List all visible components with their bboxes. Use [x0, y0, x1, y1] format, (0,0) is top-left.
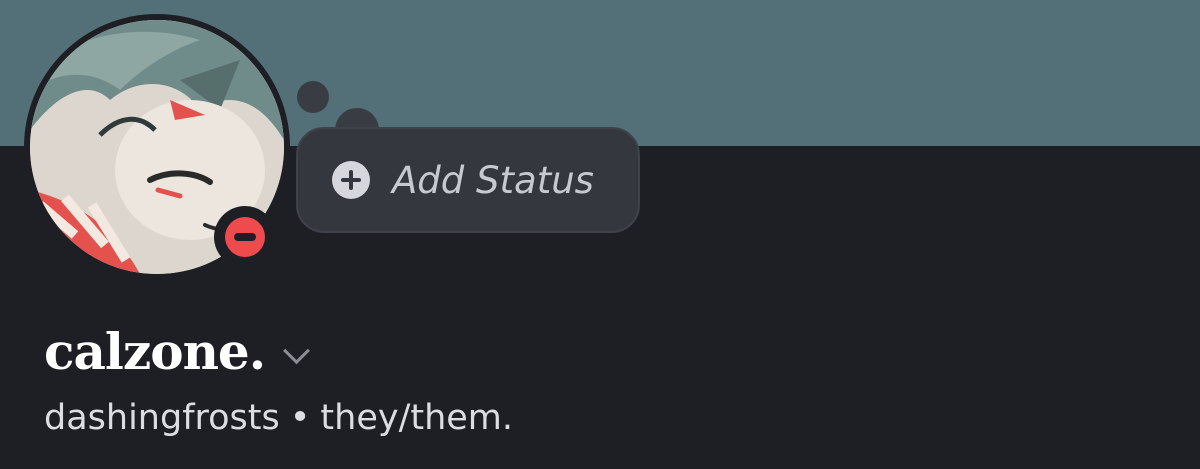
display-name: calzone. — [44, 321, 266, 381]
thought-bubble-small — [297, 81, 329, 113]
display-name-row: calzone. — [44, 318, 311, 384]
add-status-label: Add Status — [392, 158, 594, 202]
profile-subtitle: dashingfrosts • they/them. — [44, 398, 513, 438]
do-not-disturb-icon — [225, 217, 265, 257]
username: dashingfrosts — [44, 398, 280, 438]
separator-dot: • — [289, 398, 311, 438]
add-status-button[interactable]: Add Status — [296, 127, 640, 233]
pronouns: they/them. — [320, 398, 514, 438]
plus-circle-icon — [332, 161, 370, 199]
profile-card: Add Status calzone. dashingfrosts • they/t… — [0, 0, 1200, 469]
chevron-down-icon[interactable] — [283, 336, 311, 364]
presence-indicator — [214, 206, 276, 268]
